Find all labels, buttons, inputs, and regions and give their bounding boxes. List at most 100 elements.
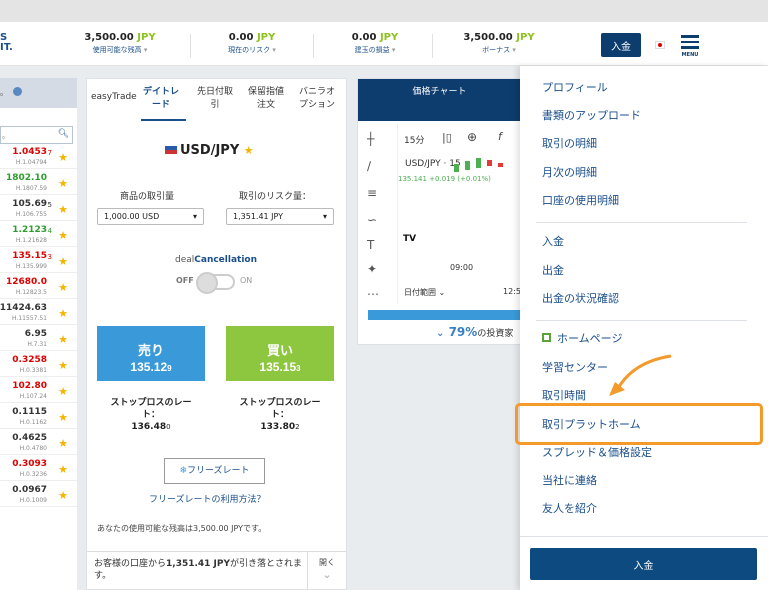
tab-easytrade[interactable]: easyTrade [91,91,137,104]
tab-pending-order[interactable]: 保留指値 注文 [248,86,284,112]
watchlist-row[interactable]: 11424.63 H.11557.51 ★ [0,302,77,325]
watchlist-row[interactable]: 12680.0 H.12823.5 ★ [0,276,77,299]
deal-cancellation-label: dealCancellation [175,255,258,265]
watchlist-high: H.135.999 [15,263,47,270]
favorite-star-icon[interactable]: ★ [58,307,68,320]
favorite-star-icon[interactable]: ★ [58,333,68,346]
watchlist-row[interactable]: 1802.10 H.1807.59 ★ [0,172,77,195]
watchlist-price: 105.69 [12,199,47,209]
watchlist-high: H.0.4780 [19,445,47,452]
trendline-icon[interactable]: ∕ [367,159,371,173]
text-tool-icon[interactable]: T [367,238,374,252]
function-icon[interactable]: f [498,130,502,143]
watchlist-high: H.12823.5 [15,289,47,296]
menu-item-account-usage[interactable]: 口座の使用明細 [542,194,619,208]
watchlist-row[interactable]: 0.0967 H.0.1009 ★ [0,484,77,507]
crosshair-icon[interactable]: ┼ [367,132,374,146]
menu-item-profile[interactable]: プロフィール [542,81,608,95]
tab-daytrade[interactable]: デイトレ ード [143,86,179,112]
timeframe-select[interactable]: 15分 [404,133,424,146]
watchlist-row[interactable]: 102.80 H.107.24 ★ [0,380,77,403]
stop-loss-sell: ストップロスのレー ト： 136.480 [110,398,192,432]
info-icon[interactable] [13,87,22,96]
buy-button[interactable]: 買い 135.153 [226,326,334,381]
favorite-star-icon[interactable]: ★ [58,463,68,476]
favorite-star-icon[interactable]: ★ [58,229,68,242]
stat-position-pl[interactable]: 0.00 JPY 建玉の損益 [320,32,430,55]
watchlist-row[interactable]: 135.15 3 H.135.999 ★ [0,250,77,273]
menu-item-monthly-statement[interactable]: 月次の明細 [542,166,597,180]
menu-item-homepage[interactable]: ホームページ [542,332,622,346]
menu-item-upload-documents[interactable]: 書類のアップロード [542,109,641,123]
risk-select[interactable]: 1,351.41 JPY [226,208,334,225]
menu-item-withdraw-status[interactable]: 出金の状況確認 [542,292,619,306]
menu-item-trade-statement[interactable]: 取引の明細 [542,137,597,151]
hamburger-menu-icon[interactable]: MENU [680,33,700,58]
header-deposit-button[interactable]: 入金 [601,33,641,57]
add-indicator-icon[interactable]: ⊕ [467,130,477,144]
favorite-star-icon[interactable]: ★ [58,203,68,216]
favorite-star-icon[interactable]: ★ [58,385,68,398]
quantity-select[interactable]: 1,000.00 USD [97,208,204,225]
watchlist-high: H.0.1009 [19,497,47,504]
favorite-star-icon[interactable]: ★ [58,281,68,294]
search-icon[interactable]: 🔍︎ [58,129,69,139]
menu-item-spread-pricing[interactable]: スプレッド＆価格設定 [542,446,652,460]
on-label: ON [240,276,253,285]
pattern-icon[interactable]: ✦ [367,262,377,276]
watchlist-search-input[interactable]: 。 🔍︎ [0,126,73,144]
stat-current-risk[interactable]: 0.00 JPY 現在のリスク [197,32,307,55]
chart-toolbar: ┼ ∕ ≡ ∽ T ✦ ⋯ [358,124,398,304]
stat-available-balance[interactable]: 3,500.00 JPY 使用可能な残高 [65,32,175,55]
fib-lines-icon[interactable]: ≡ [367,186,377,200]
watchlist-row[interactable]: 6.95 H.7.31 ★ [0,328,77,351]
freeze-rate-button[interactable]: ❄フリーズレート [164,458,265,484]
favorite-star-icon[interactable]: ★ [58,411,68,424]
menu-item-learning-center[interactable]: 学習センター [542,361,608,375]
stat-bonus[interactable]: 3,500.00 JPY ボーナス [444,32,554,55]
menu-item-contact[interactable]: 当社に連絡 [542,474,597,488]
japan-flag-icon[interactable] [655,41,665,49]
deal-cancellation-toggle[interactable] [196,272,235,294]
watchlist-high: H.11557.51 [12,315,47,322]
favorite-star-icon[interactable]: ★ [58,359,68,372]
favorite-star-icon[interactable]: ★ [58,151,68,164]
watchlist-row[interactable]: 1.0453 7 H.1.04794 ★ [0,146,77,169]
favorite-star-icon[interactable]: ★ [58,437,68,450]
favorite-star-icon[interactable]: ★ [58,489,68,502]
menu-item-refer-friend[interactable]: 友人を紹介 [542,502,597,516]
date-range-select[interactable]: 日付範囲 ⌄ [404,287,445,298]
tab-forward[interactable]: 先日付取 引 [197,86,233,112]
watchlist-row[interactable]: 0.1115 H.0.1162 ★ [0,406,77,429]
quantity-label: 商品の取引量 [120,192,175,202]
watchlist-row[interactable]: 0.3093 H.0.3236 ★ [0,458,77,481]
candle-type-icon[interactable]: |▯ [442,131,452,144]
watchlist-row[interactable]: 0.4625 H.0.4780 ★ [0,432,77,455]
brand-logo[interactable]: S IT. [0,33,13,53]
watchlist-price: 6.95 [24,329,47,339]
freeze-rate-help-link[interactable]: フリーズレートの利用方法？ [149,492,266,505]
menu-item-deposit[interactable]: 入金 [542,235,564,249]
brush-icon[interactable]: ∽ [367,213,377,227]
expand-button[interactable]: 開く ⌄ [307,552,346,590]
tab-vanilla-option[interactable]: バニラオ プション [299,86,335,112]
watchlist-price: 12680.0 [6,277,47,287]
watchlist-price: 1.0453 [12,147,47,157]
favorite-star-icon[interactable]: ★ [58,255,68,268]
favorite-star-icon[interactable]: ★ [244,144,254,157]
watchlist-price: 0.0967 [12,485,47,495]
measure-icon[interactable]: ⋯ [367,287,379,301]
favorite-star-icon[interactable]: ★ [58,177,68,190]
watchlist-high: H.1.04794 [15,159,47,166]
watchlist-row[interactable]: 1.2123 4 H.1.21628 ★ [0,224,77,247]
watchlist-row[interactable]: 0.3258 H.0.3381 ★ [0,354,77,377]
menu-divider [536,320,747,321]
trade-panel: easyTrade デイトレ ード 先日付取 引 保留指値 注文 バニラオ プシ… [86,78,347,590]
watchlist-row[interactable]: 105.69 5 H.106.755 ★ [0,198,77,221]
menu-deposit-button[interactable]: 入金 [530,548,757,580]
menu-item-withdraw[interactable]: 出金 [542,264,564,278]
watchlist-header: 。 [0,78,77,108]
sentiment-percent: ⌄ 79%の投資家 [436,325,514,339]
sell-button[interactable]: 売り 135.129 [97,326,205,381]
menu-item-trading-hours[interactable]: 取引時間 [542,389,586,403]
